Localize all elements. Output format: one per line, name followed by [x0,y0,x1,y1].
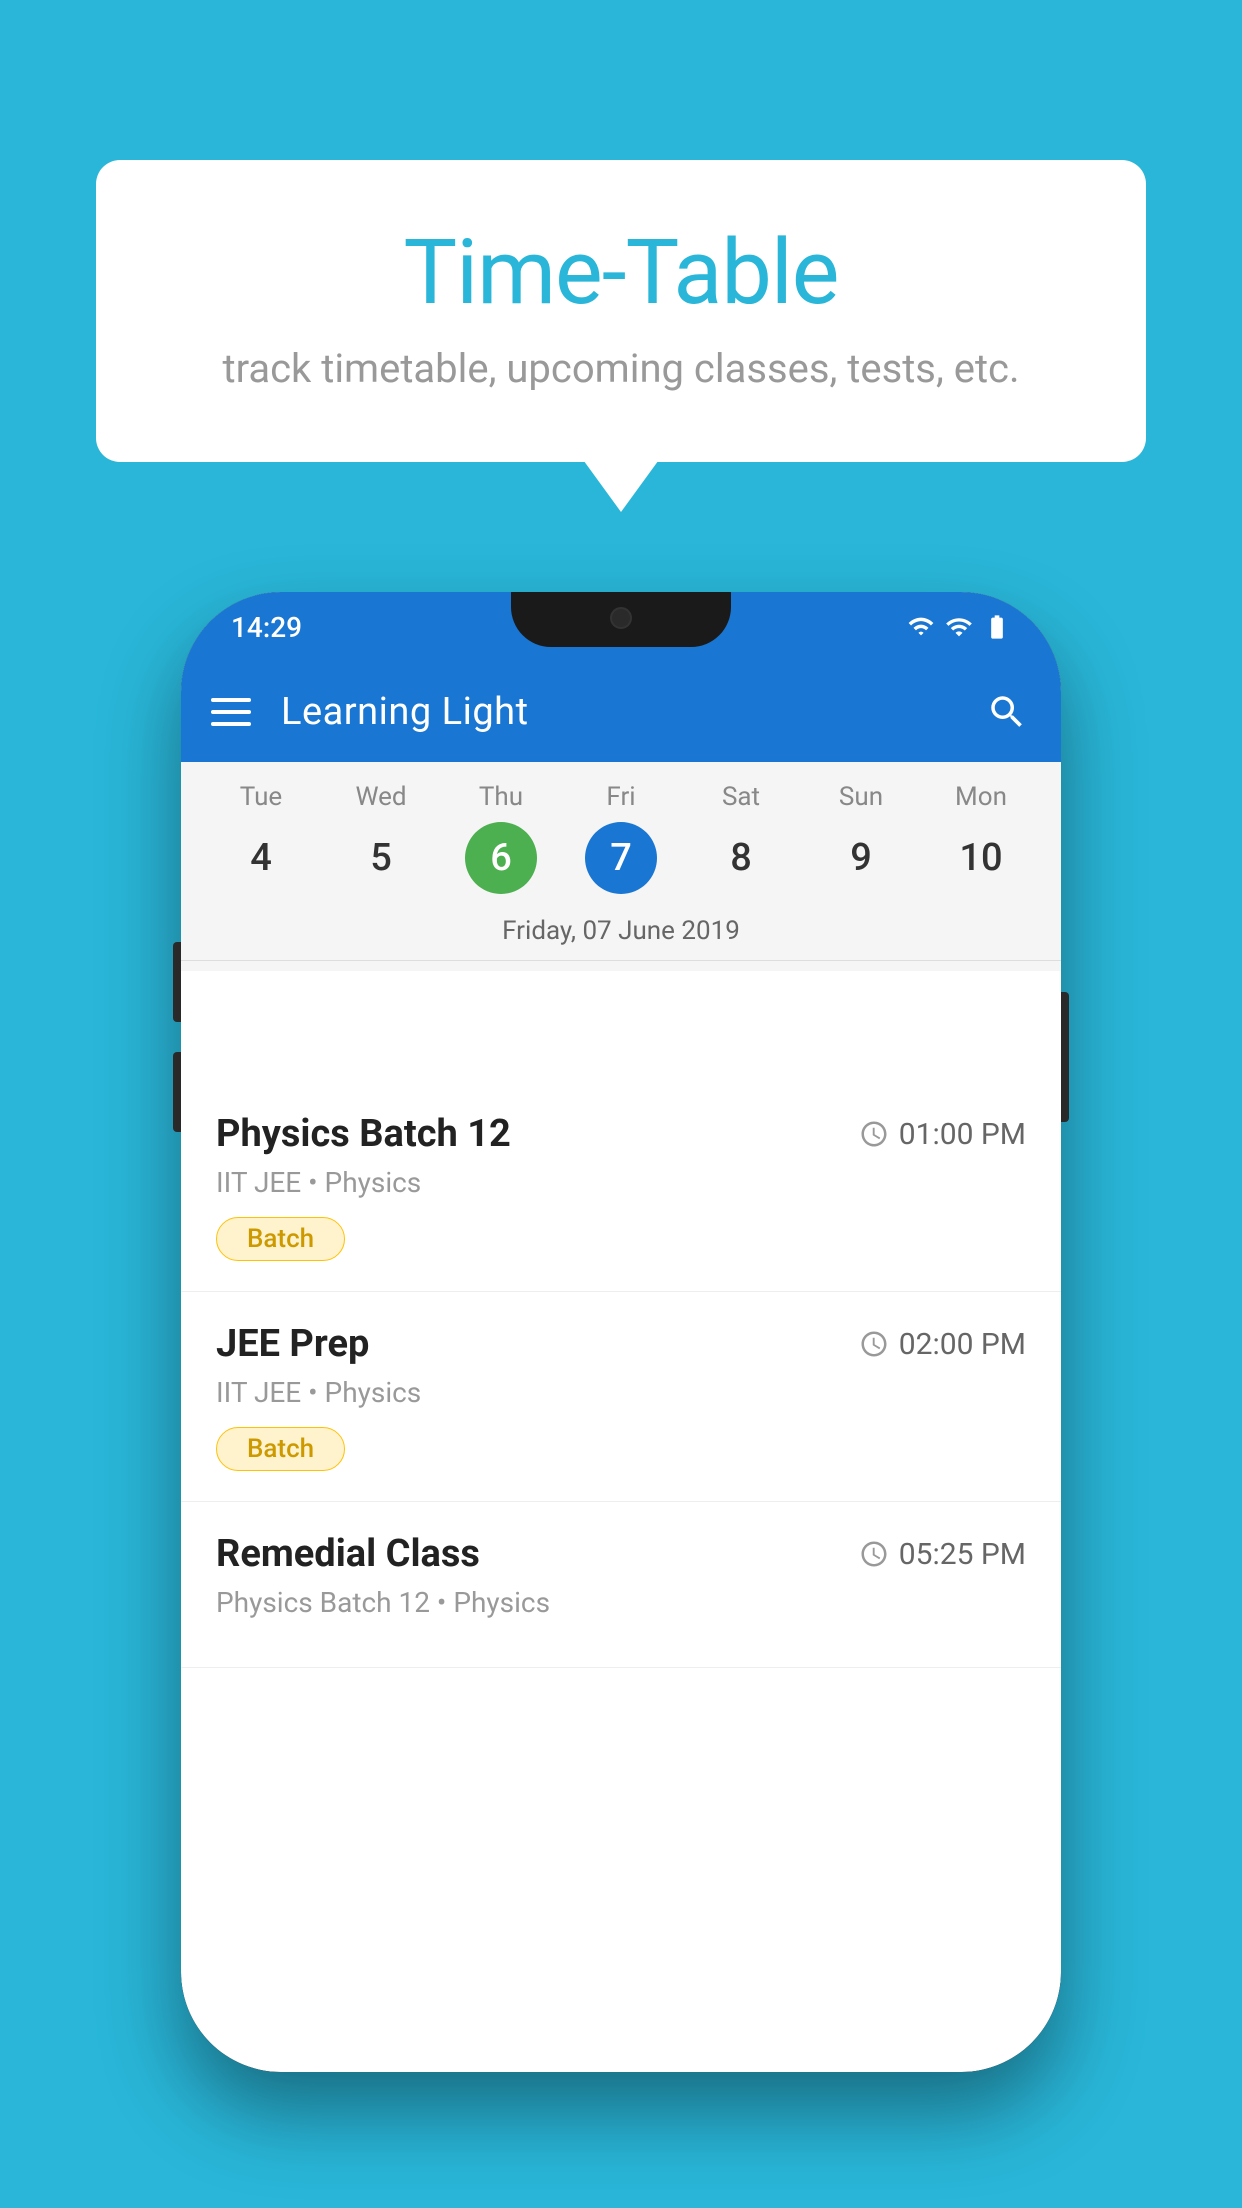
day-number-label: 9 [825,822,897,894]
calendar-divider [181,960,1061,961]
schedule-item-title: Remedial Class [216,1532,480,1576]
schedule-time-text: 02:00 PM [899,1327,1026,1362]
app-title: Learning Light [281,690,983,734]
calendar-day-sun[interactable]: Sun 9 [811,782,911,894]
day-number-label: 10 [945,822,1017,894]
schedule-item-2[interactable]: Remedial Class 05:25 PM Physics Batch 12 •… [181,1502,1061,1668]
calendar-day-tue[interactable]: Tue 4 [211,782,311,894]
calendar-section: Tue 4 Wed 5 Thu 6 Fri 7 Sat 8 Sun 9 Mon 10 Friday, 07… [181,762,1061,971]
phone-notch [511,592,731,647]
bubble-title: Time-Table [176,220,1066,325]
phone-mockup: 14:29 [181,592,1061,2072]
speech-bubble: Time-Table track timetable, upcoming cla… [96,160,1146,462]
batch-badge: Batch [216,1427,345,1471]
schedule-item-subtitle: IIT JEE • Physics [216,1166,1026,1199]
schedule-item-subtitle: IIT JEE • Physics [216,1376,1026,1409]
volume-up-button [173,942,181,1022]
phone-frame: 14:29 [181,592,1061,2072]
search-button[interactable] [983,688,1031,736]
day-name-label: Wed [355,782,406,812]
calendar-day-mon[interactable]: Mon 10 [931,782,1031,894]
volume-down-button [173,1052,181,1132]
schedule-item-title: JEE Prep [216,1322,369,1366]
battery-icon [983,613,1011,641]
calendar-day-wed[interactable]: Wed 5 [331,782,431,894]
schedule-section: Physics Batch 12 01:00 PM IIT JEE • Physic… [181,1082,1061,1668]
schedule-item-1[interactable]: JEE Prep 02:00 PM IIT JEE • Physics Batch [181,1292,1061,1502]
day-number-label: 7 [585,822,657,894]
schedule-item-time: 02:00 PM [859,1327,1026,1362]
calendar-day-thu[interactable]: Thu 6 [451,782,551,894]
bubble-subtitle: track timetable, upcoming classes, tests… [176,345,1066,392]
menu-button[interactable] [211,698,251,726]
day-name-label: Tue [240,782,282,812]
clock-icon [859,1119,889,1149]
signal-icon [945,613,973,641]
phone-screen: 14:29 [181,592,1061,2072]
day-name-label: Sat [722,782,760,812]
calendar-days-row: Tue 4 Wed 5 Thu 6 Fri 7 Sat 8 Sun 9 Mon 10 [181,782,1061,894]
status-icons [907,613,1011,641]
wifi-icon [907,613,935,641]
batch-badge: Batch [216,1217,345,1261]
day-name-label: Fri [606,782,635,812]
schedule-time-text: 05:25 PM [899,1537,1026,1572]
day-number-label: 6 [465,822,537,894]
clock-icon [859,1329,889,1359]
schedule-item-time: 05:25 PM [859,1537,1026,1572]
power-button [1061,992,1069,1122]
clock-icon [859,1539,889,1569]
day-number-label: 8 [705,822,777,894]
day-name-label: Sun [839,782,883,812]
schedule-time-text: 01:00 PM [899,1117,1026,1152]
calendar-day-sat[interactable]: Sat 8 [691,782,791,894]
day-name-label: Thu [479,782,523,812]
schedule-item-title: Physics Batch 12 [216,1112,511,1156]
search-icon [986,691,1028,733]
calendar-day-fri[interactable]: Fri 7 [571,782,671,894]
front-camera [610,607,632,629]
status-time: 14:29 [231,611,302,644]
day-name-label: Mon [955,782,1007,812]
calendar-date-label: Friday, 07 June 2019 [181,906,1061,960]
schedule-item-time: 01:00 PM [859,1117,1026,1152]
day-number-label: 5 [345,822,417,894]
schedule-item-0[interactable]: Physics Batch 12 01:00 PM IIT JEE • Physic… [181,1082,1061,1292]
day-number-label: 4 [225,822,297,894]
schedule-item-subtitle: Physics Batch 12 • Physics [216,1586,1026,1619]
app-bar: Learning Light [181,662,1061,762]
